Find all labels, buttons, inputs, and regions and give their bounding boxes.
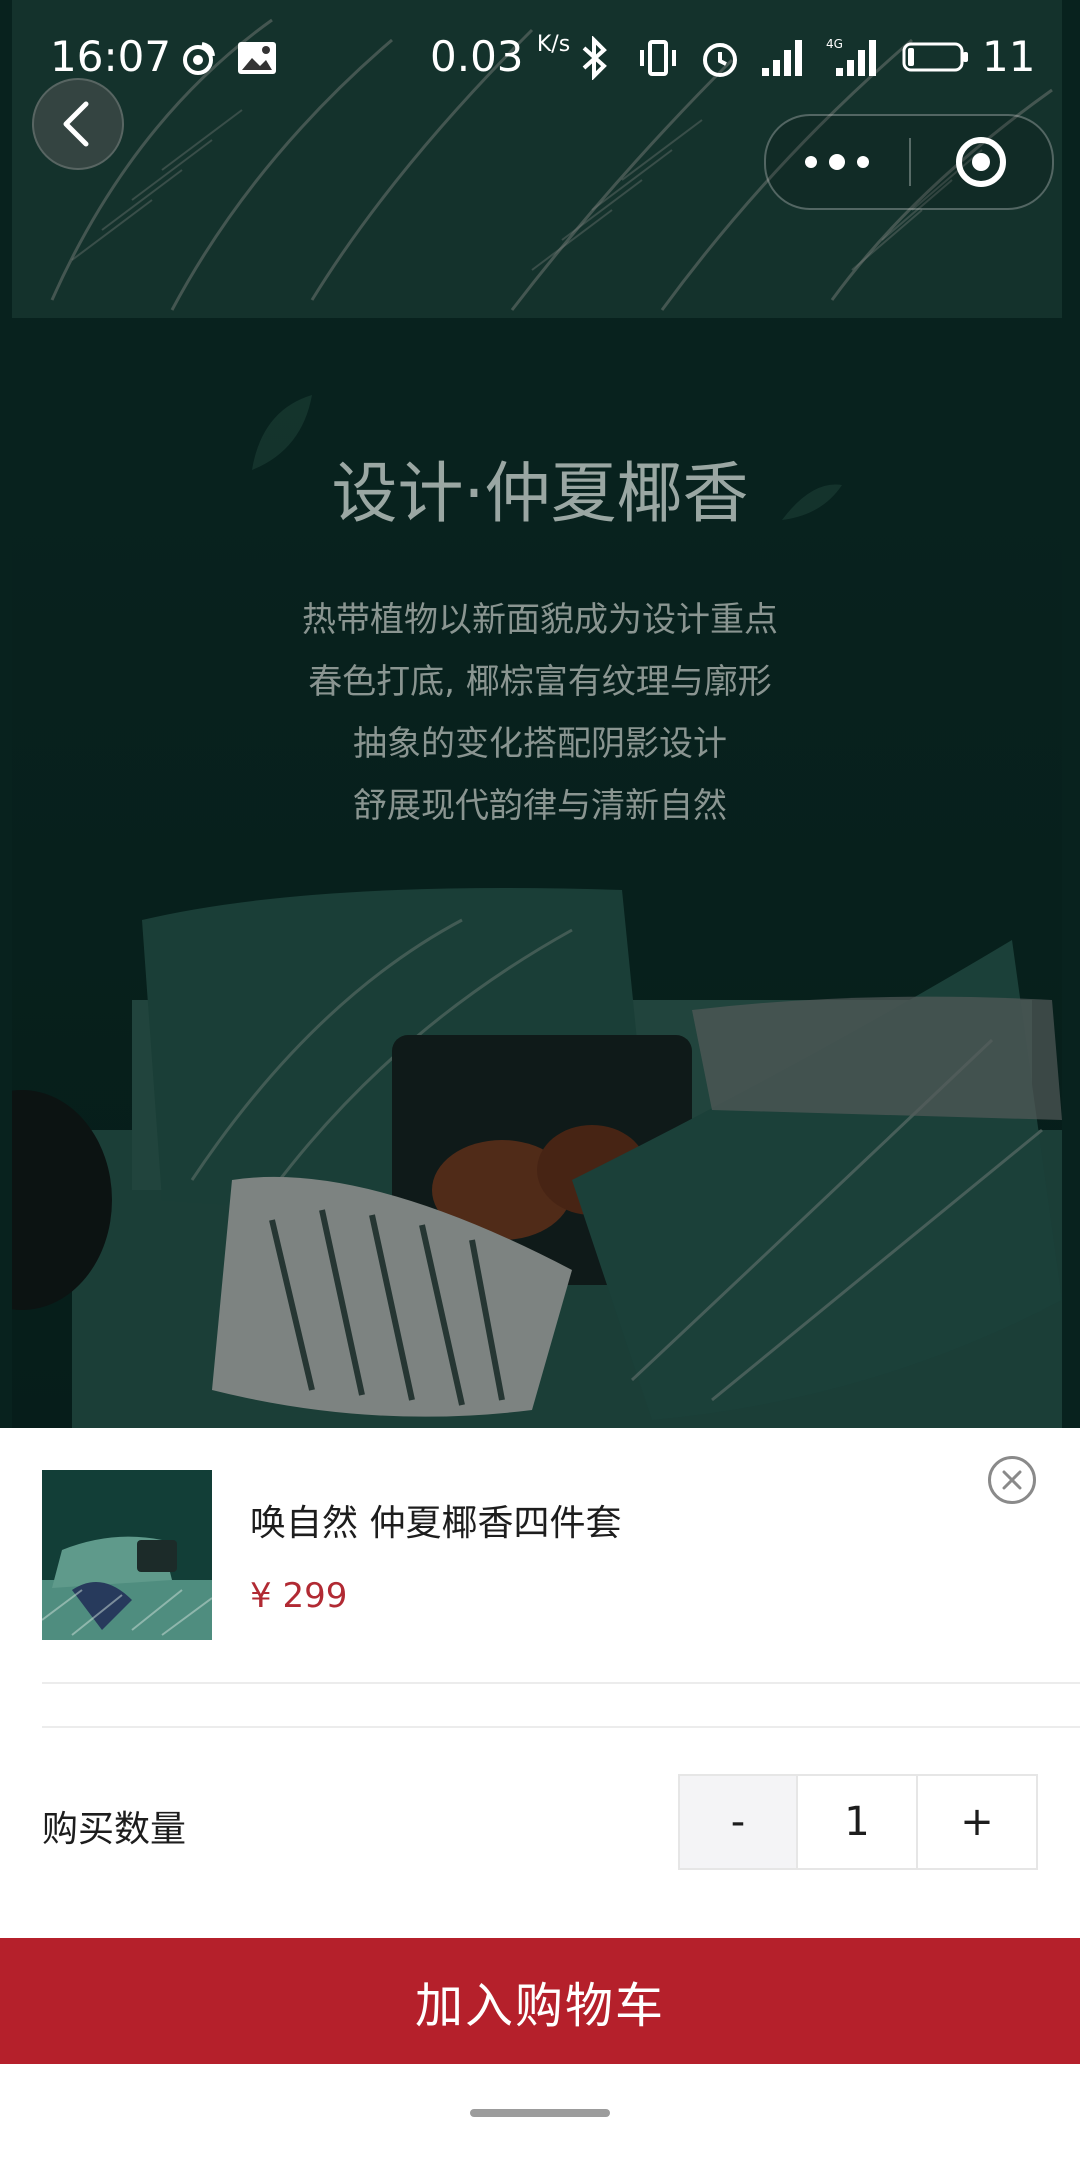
product-price: ¥ 299 [250, 1576, 348, 1616]
hero-line: 热带植物以新面貌成为设计重点 [302, 600, 778, 640]
quantity-stepper: - 1 + [678, 1774, 1038, 1870]
network-speed: 0.03 K/s [430, 32, 571, 81]
signal-icon [762, 40, 802, 76]
close-sheet-button[interactable] [988, 1456, 1036, 1504]
battery-level: 11 [982, 32, 1036, 81]
alarm-icon [703, 43, 737, 77]
hero-line: 抽象的变化搭配阴影设计 [353, 724, 727, 764]
home-indicator[interactable] [470, 2109, 610, 2117]
quantity-label: 购买数量 [42, 1809, 187, 1850]
hero-line: 舒展现代韵律与清新自然 [353, 786, 727, 826]
target-icon [956, 137, 1006, 187]
quantity-decrease-button[interactable]: - [680, 1776, 798, 1868]
chevron-left-icon [63, 101, 89, 147]
product-name: 唤自然 仲夏椰香四件套 [250, 1503, 622, 1544]
svg-text:4G: 4G [826, 37, 843, 51]
purchase-sheet: 唤自然 仲夏椰香四件套 ¥ 299 购买数量 - 1 + 加入购物车 [0, 1428, 1080, 2160]
back-button[interactable] [32, 78, 124, 170]
product-image [0, 0, 1080, 1428]
signal-4g-icon: 4G [826, 37, 876, 76]
miniprogram-capsule [764, 114, 1054, 210]
bluetooth-icon [582, 36, 607, 80]
status-bar: 16:07 0.03 K/s 4G 11 [0, 0, 1080, 110]
dim-overlay [0, 0, 1080, 1428]
quantity-value[interactable]: 1 [798, 1776, 918, 1868]
divider [42, 1726, 1080, 1728]
add-to-cart-button[interactable]: 加入购物车 [0, 1938, 1080, 2064]
hero-line: 春色打底, 椰棕富有纹理与廓形 [308, 662, 772, 702]
close-circle-icon [1002, 1470, 1022, 1490]
divider [42, 1682, 1080, 1684]
more-dots-icon [805, 154, 869, 170]
status-time: 16:07 [50, 32, 172, 81]
network-speed-unit: K/s [536, 32, 571, 57]
quantity-increase-button[interactable]: + [918, 1776, 1036, 1868]
close-miniprogram-button[interactable] [911, 116, 1052, 208]
battery-icon [902, 42, 968, 72]
product-thumbnail [42, 1470, 212, 1640]
vibrate-icon [640, 40, 676, 76]
product-thumbnail-image [42, 1470, 212, 1640]
more-button[interactable] [766, 116, 909, 208]
gallery-notification-icon [238, 42, 276, 74]
hero-title: 设计·仲夏椰香 [331, 455, 749, 532]
weibo-notification-icon [183, 42, 215, 75]
